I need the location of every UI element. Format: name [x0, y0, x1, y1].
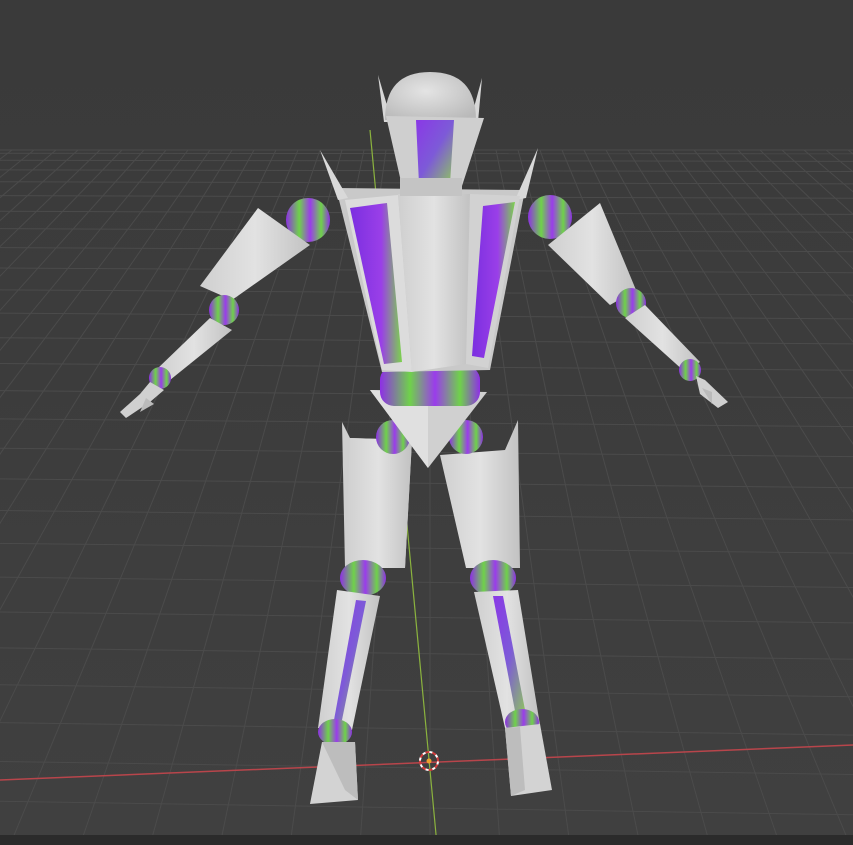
grid-line — [0, 149, 35, 178]
grid-line — [803, 149, 853, 193]
neck — [400, 178, 462, 196]
grid-line — [0, 149, 255, 611]
grid-line — [671, 149, 853, 390]
grid-line — [737, 149, 853, 270]
grid-line — [627, 149, 853, 513]
head[interactable] — [378, 72, 484, 196]
grid-line — [0, 149, 167, 352]
grid-line — [0, 647, 853, 660]
grid-line — [0, 149, 189, 399]
viewport-scene[interactable] — [0, 0, 853, 845]
waist-joint[interactable] — [380, 366, 480, 406]
grid-line — [0, 478, 853, 489]
grid-line — [0, 576, 853, 589]
grid-line — [847, 149, 853, 155]
left-ankle-joint[interactable] — [318, 719, 352, 745]
grid-line — [605, 149, 853, 599]
grid-line — [0, 760, 853, 775]
visor-stripe — [416, 120, 454, 184]
grid-line — [0, 149, 79, 222]
left-hand[interactable] — [120, 382, 164, 418]
grid-line — [825, 149, 853, 173]
right-arm[interactable] — [528, 195, 728, 408]
x-axis-line — [0, 744, 853, 781]
robot-model[interactable] — [120, 72, 728, 804]
viewport-bottom-bar — [0, 835, 853, 845]
grid-line — [715, 149, 853, 304]
grid-line — [781, 149, 853, 215]
left-leg[interactable] — [310, 420, 412, 804]
right-leg[interactable] — [440, 420, 552, 796]
grid-line — [0, 800, 853, 816]
3d-viewport[interactable] — [0, 0, 853, 845]
helmet-dome[interactable] — [385, 72, 476, 120]
grid-line — [0, 542, 853, 554]
grid-line — [0, 510, 853, 521]
grid-line — [583, 149, 853, 708]
grid-line — [0, 149, 13, 160]
grid-line — [0, 149, 123, 277]
left-torso-spike — [320, 150, 348, 200]
grid-line — [0, 149, 57, 199]
right-torso-spike — [515, 148, 538, 200]
left-knee-joint[interactable] — [340, 560, 386, 596]
grid-line — [693, 149, 853, 343]
grid-line — [0, 611, 853, 624]
